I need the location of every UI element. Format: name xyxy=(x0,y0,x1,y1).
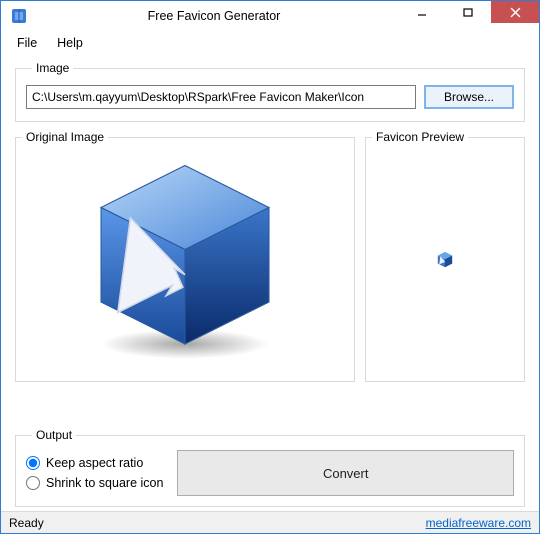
favicon-preview-groupbox: Favicon Preview xyxy=(365,130,525,382)
output-radios: Keep aspect ratio Shrink to square icon xyxy=(26,456,163,490)
original-image-groupbox: Original Image xyxy=(15,130,355,382)
browse-button[interactable]: Browse... xyxy=(424,85,514,109)
menu-file[interactable]: File xyxy=(17,36,37,50)
statusbar: Ready mediafreeware.com xyxy=(1,511,539,533)
menu-help[interactable]: Help xyxy=(57,36,83,50)
output-groupbox: Output Keep aspect ratio Shrink to squar… xyxy=(15,428,525,507)
app-title: Free Favicon Generator xyxy=(29,9,399,23)
status-link[interactable]: mediafreeware.com xyxy=(426,516,531,530)
output-group-label: Output xyxy=(32,428,76,442)
menubar: File Help xyxy=(1,31,539,55)
image-path-input[interactable] xyxy=(26,85,416,109)
app-icon xyxy=(9,6,29,26)
window-controls xyxy=(399,1,539,23)
preview-row: Original Image xyxy=(15,130,525,420)
shrink-square-radio[interactable]: Shrink to square icon xyxy=(26,476,163,490)
convert-button[interactable]: Convert xyxy=(177,450,514,496)
favicon-preview-label: Favicon Preview xyxy=(372,130,468,144)
keep-aspect-label: Keep aspect ratio xyxy=(46,456,143,470)
original-image-preview xyxy=(80,155,290,370)
minimize-button[interactable] xyxy=(399,1,445,23)
favicon-preview-image xyxy=(436,251,454,274)
titlebar: Free Favicon Generator xyxy=(1,1,539,31)
keep-aspect-radio[interactable]: Keep aspect ratio xyxy=(26,456,163,470)
image-group-label: Image xyxy=(32,61,73,75)
app-window: Free Favicon Generator File Help Image B… xyxy=(0,0,540,534)
content-area: Image Browse... Original Image xyxy=(1,55,539,511)
close-button[interactable] xyxy=(491,1,539,23)
status-text: Ready xyxy=(9,516,44,530)
shrink-square-radio-input[interactable] xyxy=(26,476,40,490)
keep-aspect-radio-input[interactable] xyxy=(26,456,40,470)
shrink-square-label: Shrink to square icon xyxy=(46,476,163,490)
maximize-button[interactable] xyxy=(445,1,491,23)
original-image-label: Original Image xyxy=(22,130,108,144)
image-groupbox: Image Browse... xyxy=(15,61,525,122)
